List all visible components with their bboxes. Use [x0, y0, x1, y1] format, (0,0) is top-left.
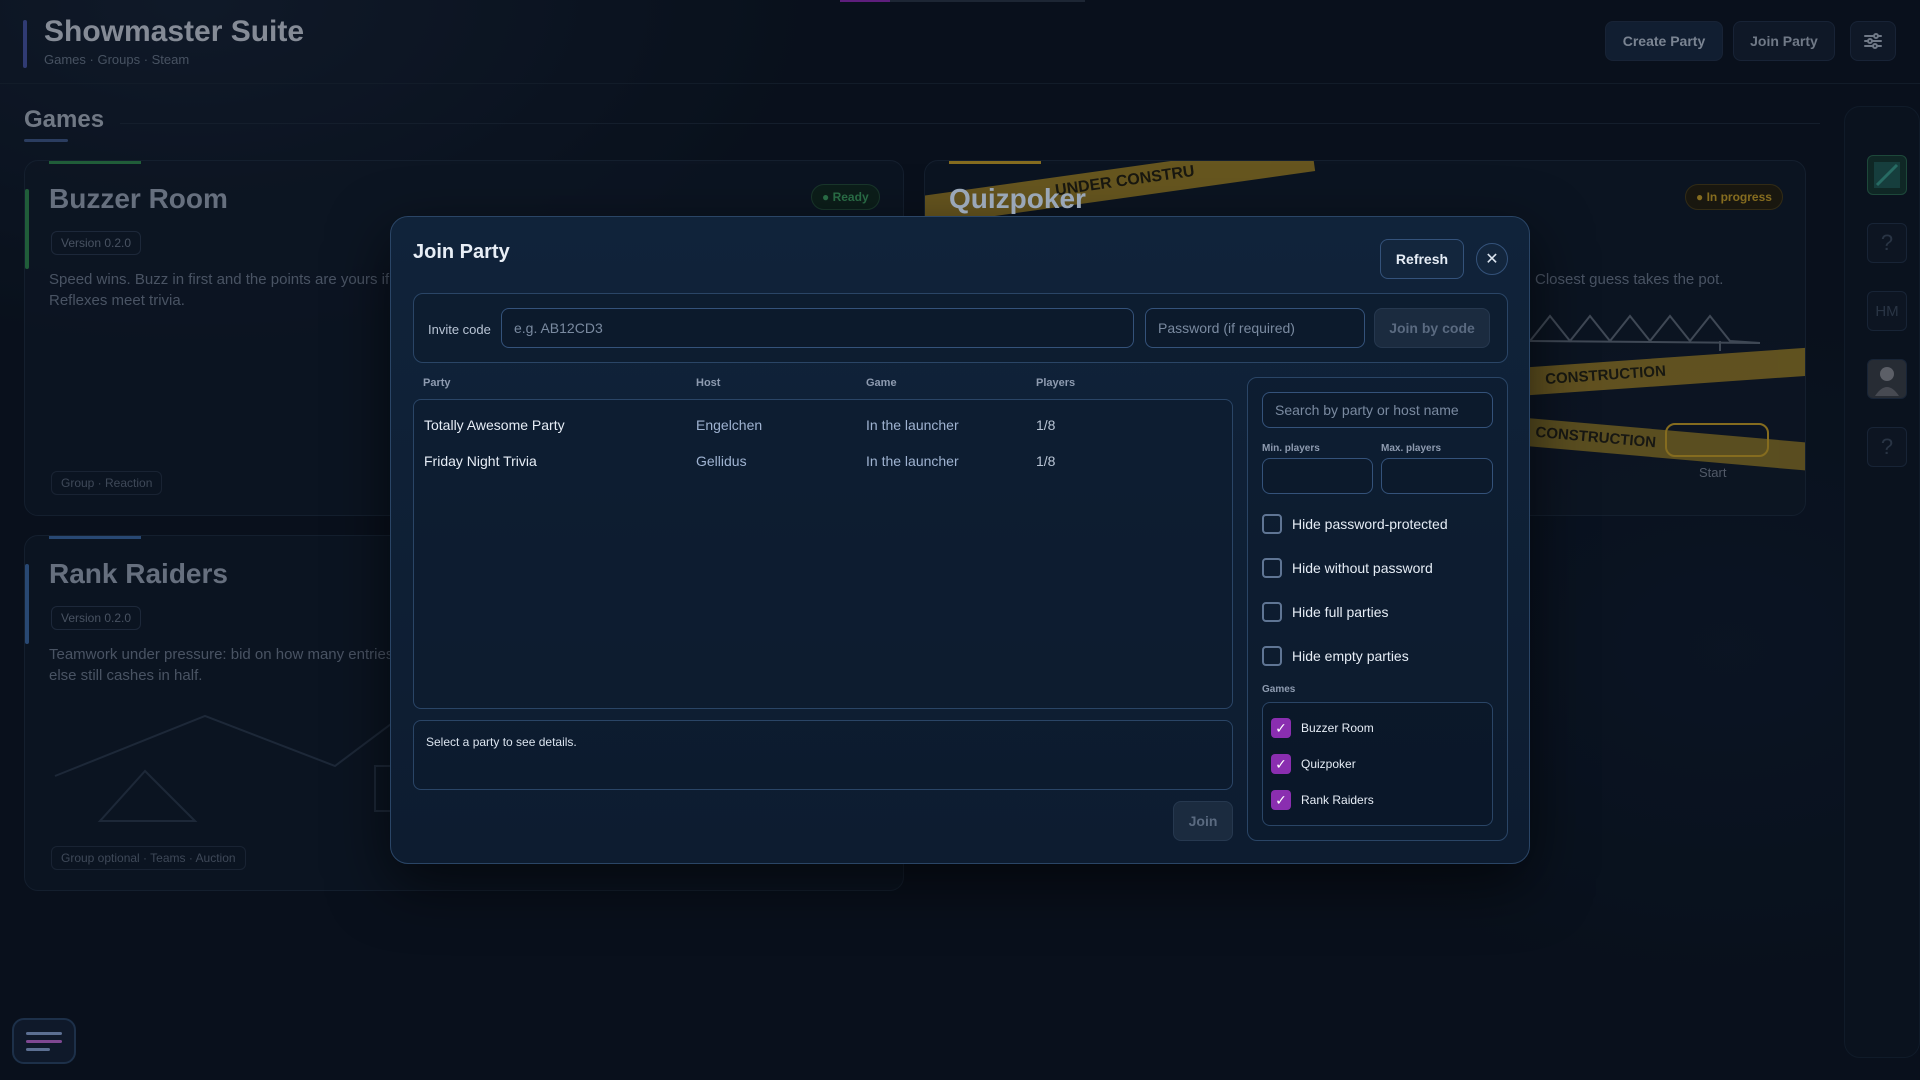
checkbox[interactable] — [1262, 646, 1282, 666]
checkbox-label: Hide full parties — [1292, 604, 1389, 620]
invite-code-panel: Invite code Join by code — [413, 293, 1508, 363]
join-party-dialog: Join Party Refresh ✕ Invite code Join by… — [390, 216, 1530, 864]
column-header-players[interactable]: Players — [1036, 377, 1075, 389]
party-list: Totally Awesome Party Engelchen In the l… — [413, 399, 1233, 709]
filter-panel: Min. players Max. players Hide password-… — [1247, 377, 1508, 841]
checkbox-label: Hide without password — [1292, 560, 1433, 576]
max-players-label: Max. players — [1381, 443, 1442, 454]
checkbox[interactable] — [1262, 514, 1282, 534]
games-filter-list: ✓ Buzzer Room ✓ Quizpoker ✓ Rank Raiders — [1262, 702, 1493, 826]
close-button[interactable]: ✕ — [1476, 243, 1508, 275]
party-name: Friday Night Trivia — [424, 453, 537, 469]
filter-hide-empty[interactable]: Hide empty parties — [1262, 644, 1409, 668]
card-title: Quizpoker — [949, 183, 1086, 214]
join-by-code-button[interactable]: Join by code — [1374, 308, 1490, 348]
min-players-input[interactable] — [1262, 458, 1373, 494]
column-header-host[interactable]: Host — [696, 377, 720, 389]
filter-hide-password[interactable]: Hide password-protected — [1262, 512, 1448, 536]
game-filter-label: Rank Raiders — [1301, 793, 1374, 807]
join-button[interactable]: Join — [1173, 801, 1233, 841]
party-host: Gellidus — [696, 453, 747, 469]
max-players-input[interactable] — [1381, 458, 1493, 494]
party-game: In the launcher — [866, 453, 959, 469]
password-input[interactable] — [1145, 308, 1365, 348]
games-filter-label: Games — [1262, 684, 1296, 695]
party-host: Engelchen — [696, 417, 763, 433]
checkbox-label: Hide password-protected — [1292, 516, 1448, 532]
column-header-party[interactable]: Party — [423, 377, 451, 389]
game-filter-quizpoker[interactable]: ✓ Quizpoker — [1271, 753, 1356, 775]
search-input[interactable] — [1262, 392, 1493, 428]
min-players-label: Min. players — [1262, 443, 1320, 454]
party-details: Select a party to see details. — [413, 720, 1233, 790]
table-row[interactable]: Friday Night Trivia Gellidus In the laun… — [414, 444, 1232, 478]
column-header-game[interactable]: Game — [866, 377, 897, 389]
checkbox[interactable] — [1262, 558, 1282, 578]
filter-hide-no-password[interactable]: Hide without password — [1262, 556, 1433, 580]
game-filter-label: Buzzer Room — [1301, 721, 1374, 735]
game-filter-label: Quizpoker — [1301, 757, 1356, 771]
game-filter-buzzer-room[interactable]: ✓ Buzzer Room — [1271, 717, 1374, 739]
party-players: 1/8 — [1036, 453, 1056, 469]
check-icon[interactable]: ✓ — [1271, 754, 1291, 774]
table-row[interactable]: Totally Awesome Party Engelchen In the l… — [414, 408, 1232, 442]
check-icon[interactable]: ✓ — [1271, 790, 1291, 810]
close-icon: ✕ — [1485, 251, 1499, 268]
checkbox[interactable] — [1262, 602, 1282, 622]
game-filter-rank-raiders[interactable]: ✓ Rank Raiders — [1271, 789, 1374, 811]
party-game: In the launcher — [866, 417, 959, 433]
party-name: Totally Awesome Party — [424, 417, 565, 433]
checkbox-label: Hide empty parties — [1292, 648, 1409, 664]
party-players: 1/8 — [1036, 417, 1056, 433]
dialog-title: Join Party — [413, 241, 510, 263]
invite-code-input[interactable] — [501, 308, 1134, 348]
refresh-button[interactable]: Refresh — [1380, 239, 1464, 279]
filter-hide-full[interactable]: Hide full parties — [1262, 600, 1389, 624]
invite-code-label: Invite code — [428, 322, 491, 337]
details-text: Select a party to see details. — [426, 735, 577, 749]
check-icon[interactable]: ✓ — [1271, 718, 1291, 738]
